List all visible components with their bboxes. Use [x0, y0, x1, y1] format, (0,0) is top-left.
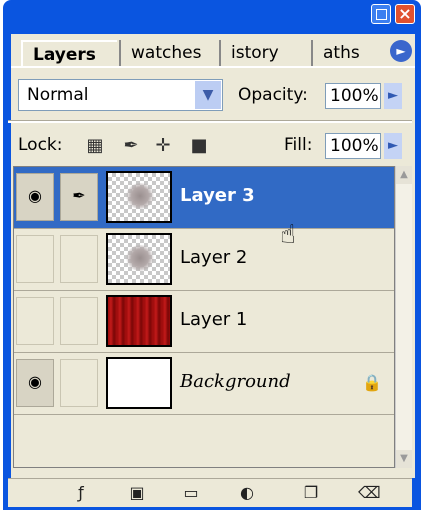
layer-row-layer-2[interactable]: Layer 2 [14, 229, 394, 291]
layer-name: Layer 2 [180, 247, 248, 268]
tab-history[interactable]: istory [219, 40, 307, 66]
layer-thumbnail [106, 171, 172, 223]
adjustment-layer-icon[interactable]: ◐ [236, 483, 258, 503]
minimize-button[interactable] [371, 4, 391, 24]
layer-mask-icon[interactable]: ▣ [126, 483, 148, 503]
brush-blob-preview [126, 245, 154, 271]
opacity-field[interactable]: 100% [325, 83, 381, 109]
tab-bar: Layers watches istory aths [11, 34, 415, 68]
eye-icon: ◉ [28, 186, 42, 205]
layer-thumbnail [106, 233, 172, 285]
lock-label: Lock: [18, 135, 63, 155]
layer-thumbnail [106, 295, 172, 347]
bottom-toolbar: ƒ ▣ ▭ ◐ ❐ ⌫ [8, 478, 412, 507]
new-set-icon[interactable]: ▭ [180, 483, 202, 503]
brush-blob-preview [126, 183, 154, 209]
layer-row-layer-1[interactable]: Layer 1 [14, 291, 394, 353]
visibility-toggle[interactable] [16, 297, 54, 345]
new-layer-icon[interactable]: ❐ [300, 483, 322, 503]
lock-position-icon[interactable]: ✛ [152, 135, 174, 157]
layer-list: ◉ ✒ Layer 3 Layer 2 Layer 1 ◉ Background… [13, 166, 395, 468]
link-toggle[interactable] [60, 359, 98, 407]
lock-image-icon[interactable]: ✒ [120, 135, 142, 157]
link-toggle[interactable] [60, 297, 98, 345]
tab-swatches[interactable]: watches [119, 40, 215, 66]
blend-mode-select[interactable]: Normal ▼ [18, 79, 223, 111]
fill-label: Fill: [284, 135, 313, 155]
divider [8, 120, 412, 123]
scroll-up-icon[interactable]: ▲ [396, 166, 412, 184]
tab-paths[interactable]: aths [311, 40, 373, 66]
layer-name: Layer 1 [180, 309, 248, 330]
blend-mode-value: Normal [27, 85, 89, 105]
visibility-toggle[interactable]: ◉ [16, 359, 54, 407]
link-toggle[interactable] [60, 235, 98, 283]
scroll-down-icon[interactable]: ▼ [396, 450, 412, 468]
hand-cursor-icon: ☝ [280, 220, 296, 250]
layer-row-layer-3[interactable]: ◉ ✒ Layer 3 [14, 167, 394, 229]
fill-field[interactable]: 100% [325, 133, 381, 159]
lock-transparent-icon[interactable]: ▦ [84, 135, 106, 157]
chevron-down-icon[interactable]: ▼ [194, 81, 221, 109]
trash-icon[interactable]: ⌫ [358, 483, 381, 503]
layer-name: Background [180, 371, 291, 392]
close-button[interactable]: × [395, 4, 415, 24]
lock-icon: 🔒 [362, 373, 382, 392]
opacity-label: Opacity: [238, 85, 308, 105]
layer-thumbnail [106, 357, 172, 409]
visibility-toggle[interactable]: ◉ [16, 173, 54, 221]
scrollbar[interactable]: ▲ ▼ [395, 166, 412, 468]
tab-layers[interactable]: Layers [21, 40, 117, 66]
opacity-arrow-icon[interactable]: ► [384, 83, 402, 109]
fill-arrow-icon[interactable]: ► [384, 133, 402, 159]
lock-all-icon[interactable]: ■ [188, 135, 210, 157]
visibility-toggle[interactable] [16, 235, 54, 283]
brush-link-icon: ✒ [72, 186, 86, 205]
layer-style-icon[interactable]: ƒ [70, 483, 92, 503]
layer-row-background[interactable]: ◉ Background 🔒 [14, 353, 394, 415]
eye-icon: ◉ [28, 372, 42, 391]
link-toggle[interactable]: ✒ [60, 173, 98, 221]
layer-name: Layer 3 [180, 185, 255, 206]
palette-menu-button[interactable]: ► [390, 40, 412, 62]
